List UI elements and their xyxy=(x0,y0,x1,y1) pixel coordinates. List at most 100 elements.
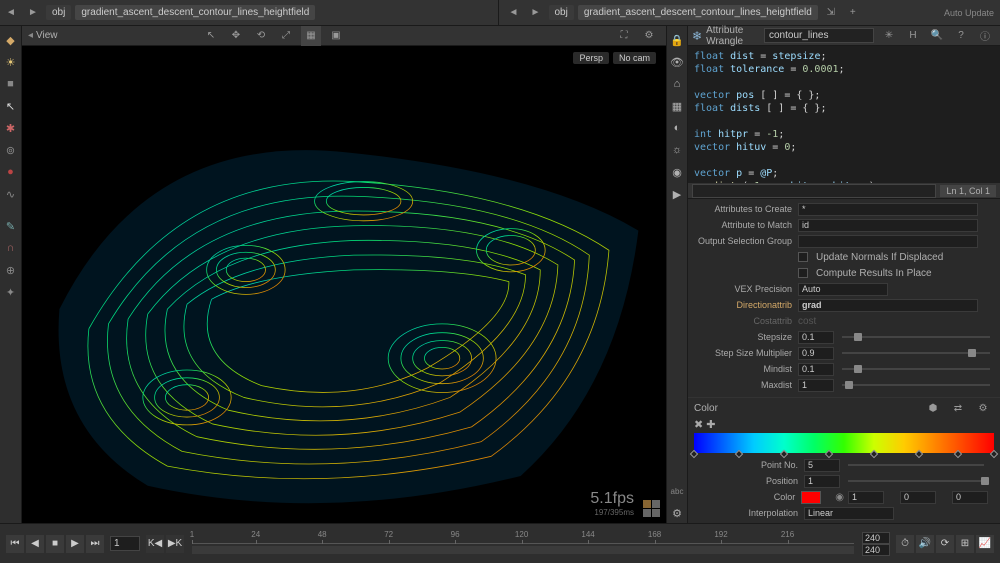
output-group-input[interactable] xyxy=(798,235,978,248)
ramp-gear-icon[interactable]: ⚙ xyxy=(973,398,993,418)
mindist-slider[interactable] xyxy=(842,368,990,370)
display-opt-icon[interactable] xyxy=(643,509,651,517)
loop-toggle[interactable]: ⟳ xyxy=(936,535,954,553)
rotate-tool-icon[interactable]: ⟲ xyxy=(251,26,271,46)
update-normals-checkbox[interactable] xyxy=(798,252,808,262)
plus-icon[interactable]: + xyxy=(843,3,863,23)
maxdist-input[interactable] xyxy=(798,379,834,392)
last-frame-button[interactable]: ⏭ xyxy=(86,535,104,553)
ramp-preset-icon[interactable]: ⬢ xyxy=(923,398,943,418)
tool-snap-icon[interactable]: ⊕ xyxy=(2,261,20,279)
compute-inplace-checkbox[interactable] xyxy=(798,268,808,278)
keyframe-prev-button[interactable]: K◀ xyxy=(146,535,164,553)
eye-icon[interactable]: 👁 xyxy=(668,53,686,71)
color-g-input[interactable] xyxy=(900,491,936,504)
position-input[interactable] xyxy=(804,475,840,488)
tool-character-icon[interactable]: ✱ xyxy=(2,119,20,137)
scale-tool-icon[interactable]: ⤢ xyxy=(276,26,296,46)
position-slider[interactable] xyxy=(848,480,984,482)
nav-back-icon[interactable]: ◄ xyxy=(504,3,524,23)
vex-code-editor[interactable]: float dist = stepsize; float tolerance =… xyxy=(688,46,1000,184)
range-global-end-input[interactable] xyxy=(862,544,890,556)
play-button[interactable]: ▶ xyxy=(66,535,84,553)
attr-match-input[interactable] xyxy=(798,219,978,232)
color-swatch[interactable] xyxy=(801,491,821,504)
viewport-3d[interactable]: Persp No cam xyxy=(22,46,666,523)
display-opt-icon[interactable] xyxy=(643,500,651,508)
point-no-input[interactable] xyxy=(804,459,840,472)
attrs-create-input[interactable] xyxy=(798,203,978,216)
stepsize-slider[interactable] xyxy=(842,336,990,338)
text-abc-icon[interactable]: abc xyxy=(668,482,686,500)
display-icon[interactable]: ▣ xyxy=(326,26,346,46)
lock-icon[interactable]: 🔒 xyxy=(668,31,686,49)
stop-button[interactable]: ■ xyxy=(46,535,64,553)
path-segment-obj[interactable]: obj xyxy=(46,5,71,20)
maxdist-slider[interactable] xyxy=(842,384,990,386)
interpolation-select[interactable] xyxy=(804,507,894,520)
path-segment-node[interactable]: gradient_ascent_descent_contour_lines_he… xyxy=(75,5,315,20)
color-r-input[interactable] xyxy=(848,491,884,504)
ramp-delete-icon[interactable]: ✖ xyxy=(694,418,703,431)
tool-sphere-icon[interactable]: ● xyxy=(2,163,20,181)
search-icon[interactable]: 🔍 xyxy=(927,26,947,46)
audio-toggle[interactable]: 🔊 xyxy=(916,535,934,553)
pin-icon[interactable]: ⇲ xyxy=(821,3,841,23)
color-b-input[interactable] xyxy=(952,491,988,504)
auto-update-label[interactable]: Auto Update xyxy=(944,8,994,18)
move-tool-icon[interactable]: ✥ xyxy=(226,26,246,46)
stepmult-slider[interactable] xyxy=(842,352,990,354)
stepsize-input[interactable] xyxy=(798,331,834,344)
code-search-input[interactable] xyxy=(692,184,936,198)
gear-icon[interactable]: ✳ xyxy=(879,26,899,46)
grid-icon[interactable]: ▦ xyxy=(301,26,321,46)
ramp-add-icon[interactable]: ✚ xyxy=(706,418,715,431)
info-icon[interactable]: ⓘ xyxy=(975,26,995,46)
mindist-input[interactable] xyxy=(798,363,834,376)
settings-icon[interactable]: ⚙ xyxy=(668,504,686,522)
help-icon[interactable]: ? xyxy=(951,26,971,46)
color-picker-icon[interactable]: ◉ xyxy=(835,492,844,503)
material-icon[interactable]: ◉ xyxy=(668,163,686,181)
range-end-input[interactable] xyxy=(862,532,890,544)
anim-editor-icon[interactable]: 📈 xyxy=(976,535,994,553)
light-icon[interactable]: ☼ xyxy=(668,141,686,159)
nav-fwd-icon[interactable]: ► xyxy=(23,3,43,23)
wireframe-icon[interactable]: ▦ xyxy=(668,97,686,115)
vex-precision-select[interactable] xyxy=(798,283,888,296)
nav-fwd-icon[interactable]: ► xyxy=(526,3,546,23)
render-icon[interactable]: ▶ xyxy=(668,185,686,203)
node-name-input[interactable] xyxy=(764,28,874,43)
path-segment-obj[interactable]: obj xyxy=(549,5,574,20)
shade-icon[interactable]: ◐ xyxy=(668,119,686,137)
tool-brush-icon[interactable]: ✦ xyxy=(2,283,20,301)
maximize-icon[interactable]: ⛶ xyxy=(614,26,634,46)
flag-icon[interactable]: H xyxy=(903,26,923,46)
directionattrib-input[interactable] xyxy=(798,299,978,312)
first-frame-button[interactable]: ⏮ xyxy=(6,535,24,553)
color-ramp[interactable] xyxy=(694,433,994,453)
nav-back-icon[interactable]: ◄ xyxy=(1,3,21,23)
path-segment-node[interactable]: gradient_ascent_descent_contour_lines_he… xyxy=(578,5,818,20)
display-opt-icon[interactable] xyxy=(652,509,660,517)
scope-icon[interactable]: ⊞ xyxy=(956,535,974,553)
tool-constraint-icon[interactable]: ⊚ xyxy=(2,141,20,159)
gear-icon[interactable]: ⚙ xyxy=(639,26,659,46)
home-icon[interactable]: ⌂ xyxy=(668,75,686,93)
cursor-tool-icon[interactable]: ↖ xyxy=(201,26,221,46)
timeline-track[interactable]: 124487296120144168192216 xyxy=(192,532,854,556)
keyframe-next-button[interactable]: ▶K xyxy=(166,535,184,553)
stepmult-input[interactable] xyxy=(798,347,834,360)
tool-edit-icon[interactable]: ✎ xyxy=(2,217,20,235)
point-no-slider[interactable] xyxy=(848,464,984,466)
prev-frame-button[interactable]: ◀ xyxy=(26,535,44,553)
tool-geo-icon[interactable]: ◆ xyxy=(2,31,20,49)
tool-magnet-icon[interactable]: ∩ xyxy=(2,239,20,257)
tool-light-icon[interactable]: ☀ xyxy=(2,53,20,71)
tool-select-icon[interactable]: ↖ xyxy=(2,97,20,115)
tool-camera-icon[interactable]: ■ xyxy=(2,75,20,93)
tool-curve-icon[interactable]: ∿ xyxy=(2,185,20,203)
realtime-toggle[interactable]: ⏱ xyxy=(896,535,914,553)
display-opt-icon[interactable] xyxy=(652,500,660,508)
ramp-reverse-icon[interactable]: ⇄ xyxy=(948,398,968,418)
